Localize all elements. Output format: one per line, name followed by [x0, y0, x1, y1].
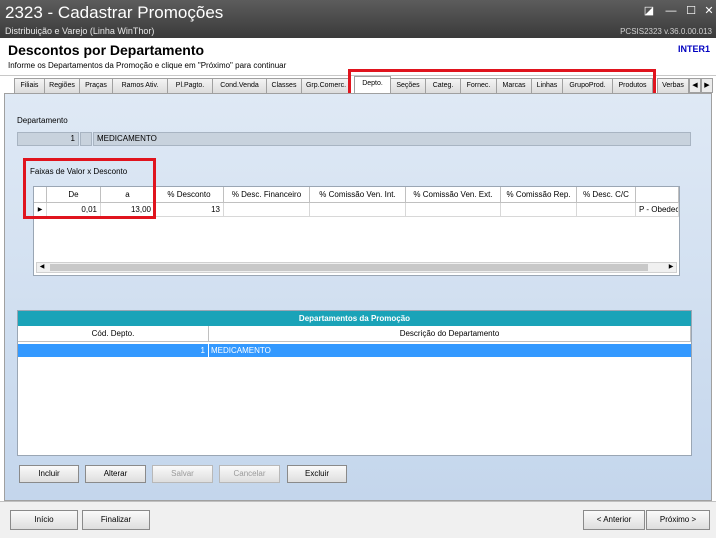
grid-header-desc-financeiro[interactable]: % Desc. Financeiro — [224, 187, 310, 203]
page-instruction: Informe os Departamentos da Promoção e c… — [8, 61, 287, 70]
departamento-name-field: MEDICAMENTO — [93, 132, 691, 146]
proximo-button[interactable]: Próximo > — [646, 510, 710, 530]
maximize-icon[interactable]: ☐ — [684, 4, 698, 18]
tab-grp-comerc[interactable]: Grp.Comerc. — [301, 78, 351, 93]
departamentos-promocao-grid: Departamentos da Promoção Cód. Depto. De… — [17, 310, 692, 456]
grid-header-comissao-ven-int[interactable]: % Comissão Ven. Int. — [310, 187, 406, 203]
window-title: 2323 - Cadastrar Promoções — [5, 3, 224, 22]
title-bar: 2323 - Cadastrar Promoções Distribuição … — [0, 0, 716, 38]
tab-scroll-left-icon[interactable]: ◀ — [689, 78, 701, 93]
grid-header-cod-depto[interactable]: Cód. Depto. — [18, 326, 209, 342]
departamento-label: Departamento — [17, 116, 68, 125]
grid-header-extra[interactable] — [636, 187, 679, 203]
tab-ramos-ativ[interactable]: Ramos Ativ. — [112, 78, 168, 93]
cell-comissao-rep[interactable] — [501, 203, 577, 217]
tab-pl-pagto[interactable]: Pl.Pagto. — [167, 78, 213, 93]
tab-scroll-right-icon[interactable]: ▶ — [701, 78, 713, 93]
footer-bar: Início Finalizar < Anterior Próximo > — [0, 501, 716, 538]
tab-regioes[interactable]: Regiões — [44, 78, 80, 93]
cell-desc-financeiro[interactable] — [224, 203, 310, 217]
cell-comissao-ven-int[interactable] — [310, 203, 406, 217]
tab-classes[interactable]: Classes — [266, 78, 302, 93]
inicio-button[interactable]: Início — [10, 510, 78, 530]
minimize-icon[interactable]: — — [664, 4, 678, 18]
scroll-left-icon[interactable]: ◀ — [37, 263, 47, 272]
faixas-horizontal-scrollbar[interactable]: ◀ ▶ — [36, 262, 677, 273]
excluir-button[interactable]: Excluir — [287, 465, 347, 483]
departamento-code-field[interactable]: 1 — [17, 132, 79, 146]
highlight-faixas — [23, 158, 156, 219]
cancelar-button[interactable]: Cancelar — [219, 465, 280, 483]
cell-desconto[interactable]: 13 — [155, 203, 224, 217]
close-icon[interactable]: ✕ — [702, 4, 716, 18]
page-title: Descontos por Departamento — [8, 42, 205, 58]
tab-pracas[interactable]: Praças — [79, 78, 113, 93]
departamentos-promocao-title: Departamentos da Promoção — [18, 311, 691, 326]
row-cod-depto: 1 — [18, 344, 209, 357]
user-code: INTER1 — [677, 44, 710, 54]
finalizar-button[interactable]: Finalizar — [82, 510, 150, 530]
incluir-button[interactable]: Incluir — [19, 465, 79, 483]
row-descricao: MEDICAMENTO — [211, 346, 271, 355]
main-content: Departamento 1 MEDICAMENTO Faixas de Val… — [4, 93, 712, 501]
alterar-button[interactable]: Alterar — [85, 465, 146, 483]
cell-desc-cc[interactable] — [577, 203, 636, 217]
version-label: PCSIS2323 v.36.0.00.013 — [620, 27, 712, 36]
salvar-button[interactable]: Salvar — [152, 465, 213, 483]
tab-cond-venda[interactable]: Cond.Venda — [212, 78, 267, 93]
window-subtitle: Distribuição e Varejo (Linha WinThor) — [5, 26, 155, 36]
tab-filiais[interactable]: Filiais — [14, 78, 45, 93]
grid-header-comissao-rep[interactable]: % Comissão Rep. — [501, 187, 577, 203]
table-row[interactable]: 1 MEDICAMENTO — [18, 344, 691, 357]
cell-comissao-ven-ext[interactable] — [406, 203, 501, 217]
scroll-right-icon[interactable]: ▶ — [666, 263, 676, 272]
departamento-lookup-button[interactable] — [80, 132, 92, 146]
grid-header-desconto[interactable]: % Desconto — [155, 187, 224, 203]
resize-icon[interactable]: ◪ — [642, 4, 656, 18]
grid-header-descricao[interactable]: Descrição do Departamento — [209, 326, 691, 342]
anterior-button[interactable]: < Anterior — [583, 510, 645, 530]
grid-header-desc-cc[interactable]: % Desc. C/C — [577, 187, 636, 203]
cell-extra[interactable]: P - Obedec — [636, 203, 679, 217]
tab-verbas[interactable]: Verbas — [657, 78, 689, 93]
grid-header-comissao-ven-ext[interactable]: % Comissão Ven. Ext. — [406, 187, 501, 203]
scroll-thumb[interactable] — [50, 264, 648, 271]
